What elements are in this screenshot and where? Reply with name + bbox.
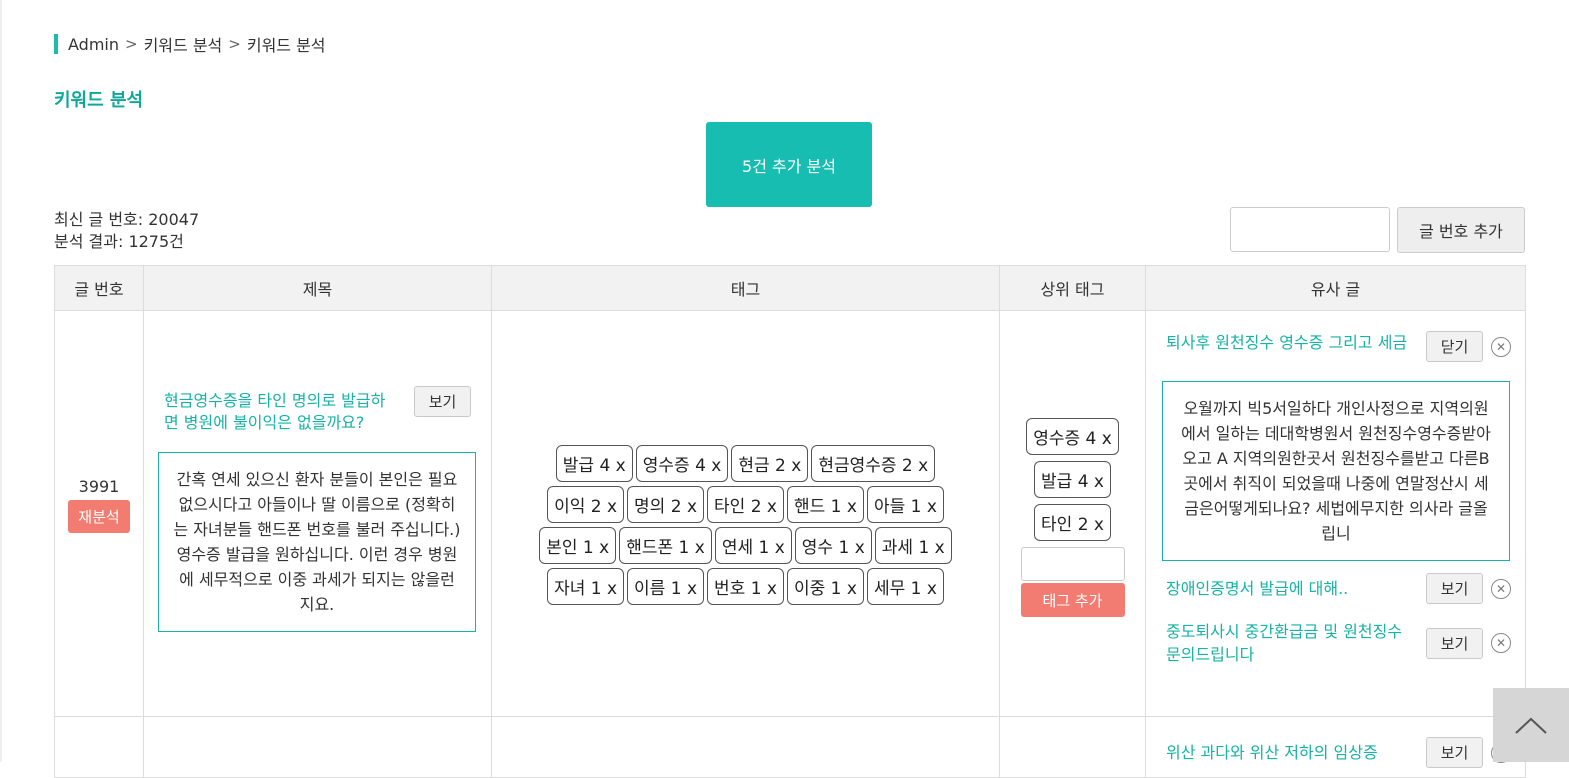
view-similar-button[interactable]: 보기 — [1426, 737, 1483, 768]
tag-input[interactable] — [1020, 547, 1125, 581]
similar-post-item: 위산 과다와 위산 저하의 임상증 보기 ✕ — [1166, 737, 1511, 768]
tag-chip[interactable]: 타인 2 x — [707, 485, 784, 523]
tag-chip[interactable]: 핸드 1 x — [786, 485, 864, 523]
top-tag-chip[interactable]: 타인 2 x — [1034, 504, 1111, 541]
top-tags-cell: 영수증 4 x 발급 4 x 타인 2 x 태그 추가 — [999, 310, 1146, 717]
similar-post-link[interactable]: 퇴사후 원천징수 영수증 그리고 세금 — [1166, 331, 1416, 354]
breadcrumb-item-keyword[interactable]: 키워드 분석 — [144, 32, 223, 56]
analysis-result-count: 분석 결과: 1275건 — [54, 232, 184, 251]
similar-posts-cell: 퇴사후 원천징수 영수증 그리고 세금 닫기 ✕ 오월까지 빅5서일하다 개인사… — [1145, 310, 1526, 717]
similar-post-item: 장애인증명서 발급에 대해.. 보기 ✕ — [1166, 573, 1511, 604]
tags-cell: 발급 4 x 영수증 4 x 현금 2 x 현금영수증 2 x 이익 2 x 명… — [491, 310, 1000, 717]
header-similar-posts: 유사 글 — [1145, 265, 1526, 311]
header-title: 제목 — [143, 265, 492, 311]
tag-chip[interactable]: 명의 2 x — [627, 485, 705, 523]
tag-chip[interactable]: 본인 1 x — [539, 526, 617, 564]
post-number-input[interactable] — [1230, 207, 1390, 252]
similar-post-item: 퇴사후 원천징수 영수증 그리고 세금 닫기 ✕ — [1166, 331, 1511, 362]
breadcrumb-separator: > — [228, 35, 241, 53]
tag-chip[interactable]: 세무 1 x — [866, 567, 944, 605]
tag-chip[interactable]: 핸드폰 1 x — [619, 526, 712, 564]
tag-chip[interactable]: 영수 1 x — [794, 526, 872, 564]
add-post-number-button[interactable]: 글 번호 추가 — [1397, 207, 1525, 253]
top-tag-chip[interactable]: 발급 4 x — [1034, 461, 1111, 498]
add-tag-button[interactable]: 태그 추가 — [1020, 583, 1125, 617]
table-row: 3991 재분석 현금영수증을 타인 명의로 발급하면 병원에 불이익은 없을까… — [54, 310, 1526, 717]
chevron-up-icon — [1515, 717, 1547, 734]
view-post-button[interactable]: 보기 — [414, 385, 471, 417]
table-header-row: 글 번호 제목 태그 상위 태그 유사 글 — [54, 265, 1526, 311]
tag-chip[interactable]: 현금영수증 2 x — [811, 444, 936, 482]
tag-chip[interactable]: 현금 2 x — [731, 444, 809, 482]
top-tag-chip[interactable]: 영수증 4 x — [1026, 418, 1119, 455]
similar-post-link[interactable]: 장애인증명서 발급에 대해.. — [1166, 577, 1416, 600]
tag-chip[interactable]: 영수증 4 x — [635, 444, 729, 482]
view-similar-button[interactable]: 보기 — [1426, 573, 1483, 604]
latest-post-number: 최신 글 번호: 20047 — [54, 210, 200, 229]
header-top-tags: 상위 태그 — [999, 265, 1146, 311]
breadcrumb-marker — [54, 34, 58, 54]
tag-chip[interactable]: 연세 1 x — [714, 526, 792, 564]
page-left-border — [0, 0, 2, 762]
tag-chip[interactable]: 아들 1 x — [866, 485, 944, 523]
tag-chip[interactable]: 발급 4 x — [555, 444, 633, 482]
similar-post-link[interactable]: 중도퇴사시 중간환급금 및 원천징수 문의드립니다 — [1166, 620, 1416, 666]
scroll-to-top-button[interactable] — [1493, 688, 1569, 762]
header-tags: 태그 — [491, 265, 1000, 311]
similar-post-content-box: 오월까지 빅5서일하다 개인사정으로 지역의원에서 일하는 데대학병원서 원천징… — [1162, 381, 1510, 561]
close-circle-icon[interactable]: ✕ — [1491, 578, 1511, 599]
table-row: 위산 과다와 위산 저하의 임상증 보기 ✕ — [54, 716, 1526, 778]
tag-chip[interactable]: 번호 1 x — [707, 567, 784, 605]
title-cell: 현금영수증을 타인 명의로 발급하면 병원에 불이익은 없을까요? 보기 간혹 … — [143, 310, 492, 717]
tag-chip[interactable]: 이름 1 x — [627, 567, 705, 605]
close-circle-icon[interactable]: ✕ — [1491, 336, 1511, 357]
header-post-number: 글 번호 — [54, 265, 144, 311]
tag-chip[interactable]: 이중 1 x — [786, 567, 864, 605]
analyze-more-button[interactable]: 5건 추가 분석 — [706, 122, 872, 207]
close-similar-button[interactable]: 닫기 — [1426, 331, 1483, 362]
post-title-link[interactable]: 현금영수증을 타인 명의로 발급하면 병원에 불이익은 없을까요? — [164, 390, 394, 434]
similar-post-link[interactable]: 위산 과다와 위산 저하의 임상증 — [1166, 741, 1416, 764]
breadcrumb-separator: > — [125, 35, 138, 53]
breadcrumb: Admin > 키워드 분석 > 키워드 분석 — [54, 33, 326, 55]
tag-chip[interactable]: 과세 1 x — [874, 526, 952, 564]
page-title: 키워드 분석 — [54, 90, 144, 111]
reanalyze-button[interactable]: 재분석 — [68, 499, 130, 533]
tag-chip[interactable]: 이익 2 x — [547, 485, 625, 523]
similar-post-item: 중도퇴사시 중간환급금 및 원천징수 문의드립니다 보기 ✕ — [1166, 620, 1511, 666]
breadcrumb-item-current: 키워드 분석 — [246, 36, 326, 55]
post-number-cell: 3991 재분석 — [54, 310, 144, 717]
post-content-box: 간혹 연세 있으신 환자 분들이 본인은 필요 없으시다고 아들이나 딸 이름으… — [158, 451, 476, 632]
breadcrumb-item-admin[interactable]: Admin — [68, 35, 119, 54]
keyword-table: 글 번호 제목 태그 상위 태그 유사 글 3991 재분석 현금영수증을 타인… — [54, 265, 1526, 778]
post-number: 3991 — [78, 476, 120, 496]
tag-chip[interactable]: 자녀 1 x — [547, 567, 625, 605]
similar-posts-cell: 위산 과다와 위산 저하의 임상증 보기 ✕ — [1145, 716, 1526, 778]
analysis-info: 최신 글 번호: 20047 분석 결과: 1275건 — [54, 209, 199, 253]
close-circle-icon[interactable]: ✕ — [1491, 633, 1511, 653]
view-similar-button[interactable]: 보기 — [1426, 627, 1483, 659]
